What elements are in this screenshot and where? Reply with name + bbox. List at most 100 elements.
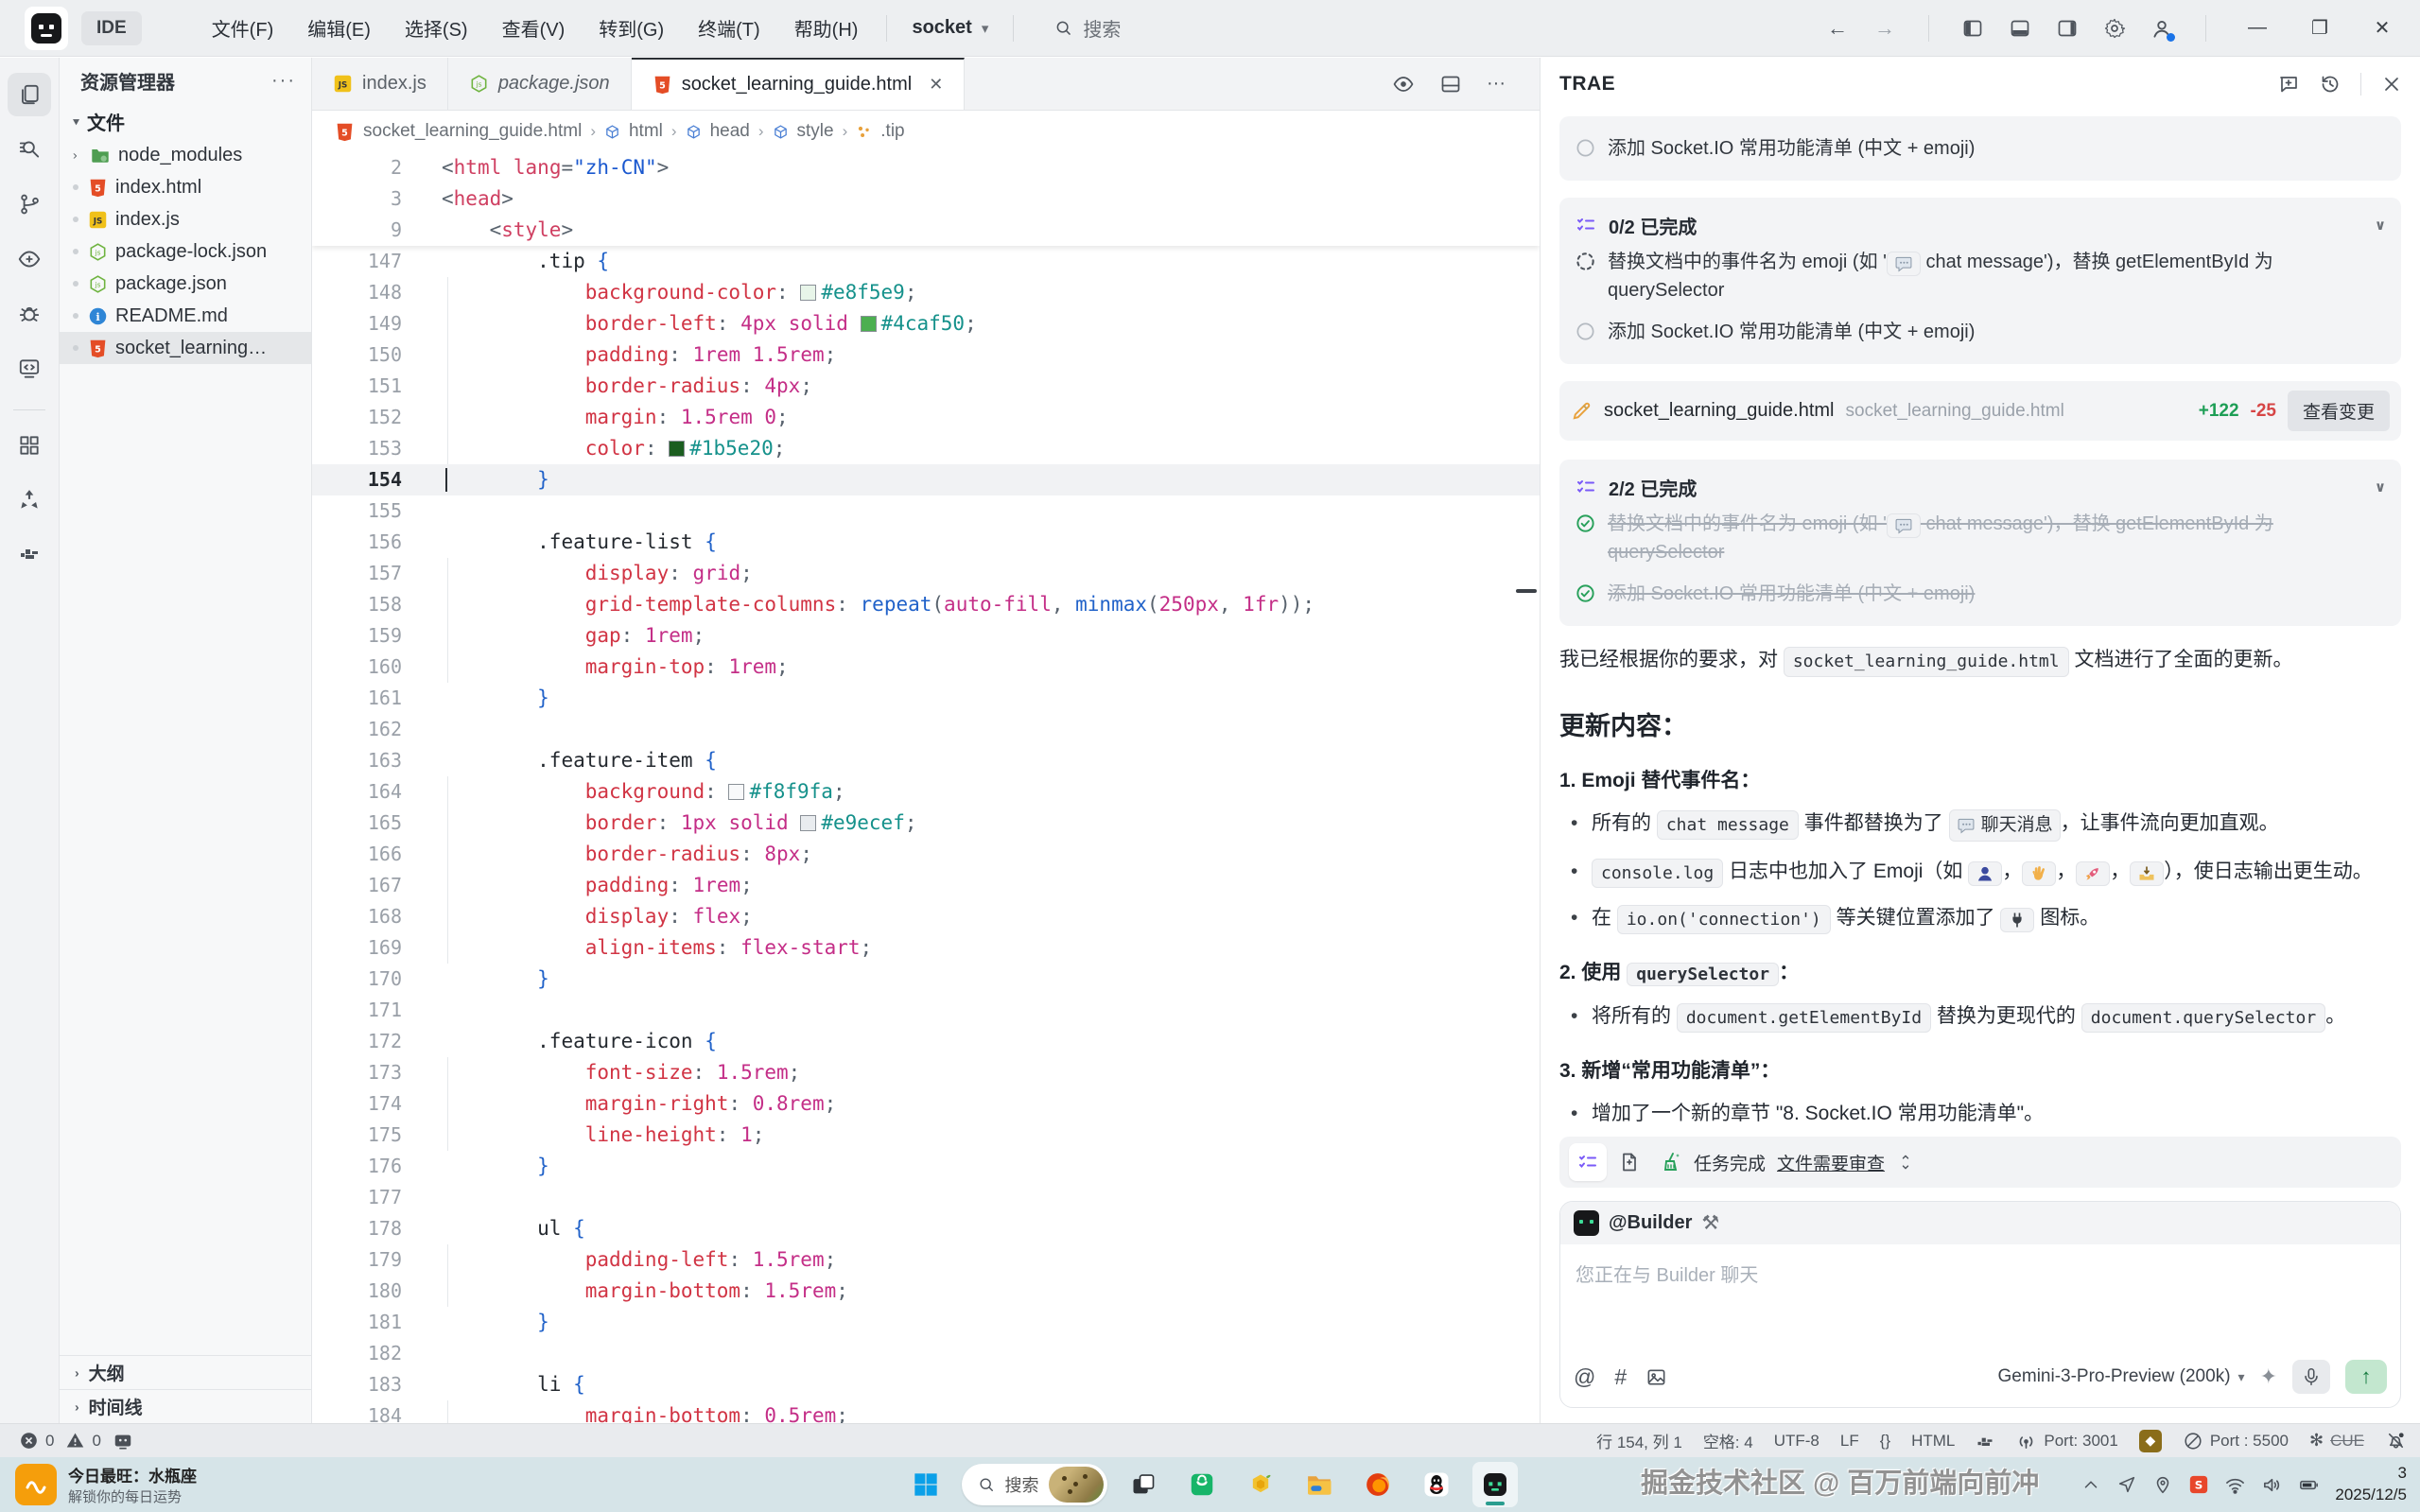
- model-selector[interactable]: Gemini-3-Pro-Preview (200k)▾: [1998, 1366, 2245, 1387]
- code-line[interactable]: 149 border-left: 4px solid #4caf50;: [312, 308, 1540, 339]
- code-line[interactable]: 166 border-radius: 8px;: [312, 839, 1540, 870]
- battery-icon[interactable]: [2298, 1474, 2320, 1496]
- taskbar-search[interactable]: 搜索: [962, 1464, 1107, 1505]
- code-line[interactable]: 178 ul {: [312, 1213, 1540, 1244]
- nav-forward-icon[interactable]: →: [1866, 9, 1904, 47]
- code-line[interactable]: 148 background-color: #e8f5e9;: [312, 277, 1540, 308]
- app-logo[interactable]: [25, 7, 68, 50]
- new-chat-icon[interactable]: [2277, 73, 2300, 96]
- code-line[interactable]: 163 .feature-item {: [312, 745, 1540, 776]
- todo-item[interactable]: 替换文档中的事件名为 emoji (如 ' chat message')，替换 …: [1575, 241, 2386, 311]
- code-line[interactable]: 165 border: 1px solid #e9ecef;: [312, 808, 1540, 839]
- start-button[interactable]: [903, 1462, 949, 1507]
- menu-item[interactable]: 文件(F): [199, 7, 287, 49]
- review-link[interactable]: 文件需要审查: [1777, 1150, 1885, 1175]
- file-tree-item[interactable]: 5index.html: [60, 171, 311, 203]
- toggle-bottom-panel-icon[interactable]: [2001, 9, 2039, 47]
- menu-item[interactable]: 选择(S): [392, 7, 481, 49]
- code-line[interactable]: 177: [312, 1182, 1540, 1213]
- breadcrumb-item[interactable]: style: [797, 121, 834, 142]
- todo-item[interactable]: 添加 Socket.IO 常用功能清单 (中文 + emoji): [1575, 573, 2386, 615]
- breadcrumb-item[interactable]: html: [629, 121, 663, 142]
- search-icon[interactable]: [8, 128, 51, 171]
- view-changes-button[interactable]: 查看变更: [2288, 391, 2390, 431]
- close-icon[interactable]: [2380, 73, 2403, 96]
- file-tree-item[interactable]: jspackage-lock.json: [60, 235, 311, 268]
- clock[interactable]: 32025/12/5: [2335, 1463, 2407, 1506]
- file-tree-item[interactable]: JSindex.js: [60, 203, 311, 235]
- menu-item[interactable]: 查看(V): [489, 7, 579, 49]
- plugin-loop-icon[interactable]: [8, 478, 51, 522]
- trae-mini-icon[interactable]: [113, 1431, 133, 1451]
- code-line[interactable]: 173 font-size: 1.5rem;: [312, 1057, 1540, 1088]
- status-braces-mode[interactable]: {}: [1880, 1432, 1890, 1451]
- code-screen-icon[interactable]: [8, 347, 51, 391]
- code-line[interactable]: 184 margin-bottom: 0.5rem;: [312, 1400, 1540, 1423]
- code-line[interactable]: 167 padding: 1rem;: [312, 870, 1540, 901]
- microphone-button[interactable]: [2292, 1360, 2330, 1394]
- review-bar[interactable]: 任务完成文件需要审查: [1559, 1137, 2401, 1188]
- code-line[interactable]: 153 color: #1b5e20;: [312, 433, 1540, 464]
- code-line[interactable]: 2<html lang="zh-CN">: [312, 152, 1540, 183]
- code-line[interactable]: 168 display: flex;: [312, 901, 1540, 932]
- breadcrumb-leaf[interactable]: .tip: [880, 121, 904, 142]
- code-line[interactable]: 179 padding-left: 1.5rem;: [312, 1244, 1540, 1276]
- code-line[interactable]: 161 }: [312, 683, 1540, 714]
- status-cursor-position[interactable]: 行 154, 列 1: [1596, 1429, 1682, 1452]
- code-line[interactable]: 180 margin-bottom: 1.5rem;: [312, 1276, 1540, 1307]
- send-button[interactable]: ↑: [2345, 1360, 2387, 1394]
- code-line[interactable]: 172 .feature-icon {: [312, 1026, 1540, 1057]
- port-5500[interactable]: Port : 5500: [2183, 1431, 2289, 1451]
- code-line[interactable]: 169 align-items: flex-start;: [312, 932, 1540, 964]
- breadcrumb-file[interactable]: socket_learning_guide.html: [363, 121, 582, 142]
- file-tree-item[interactable]: 5socket_learning_guid...: [60, 332, 311, 364]
- code-lines[interactable]: 147 .tip {148 background-color: #e8f5e9;…: [312, 246, 1540, 1423]
- menu-item[interactable]: 编辑(E): [294, 7, 384, 49]
- warnings-indicator[interactable]: 0: [65, 1431, 100, 1451]
- nav-back-icon[interactable]: ←: [1819, 9, 1856, 47]
- wifi-icon[interactable]: [2224, 1474, 2246, 1496]
- context-icon[interactable]: #: [1614, 1364, 1627, 1390]
- file-tree-item[interactable]: jspackage.json: [60, 268, 311, 300]
- explorer-icon[interactable]: [8, 73, 51, 116]
- menu-item[interactable]: 转到(G): [585, 7, 677, 49]
- code-line[interactable]: 183 li {: [312, 1369, 1540, 1400]
- tray-expand-icon[interactable]: [2081, 1474, 2101, 1495]
- errors-indicator[interactable]: 0: [19, 1431, 54, 1451]
- qq-icon[interactable]: [1414, 1462, 1459, 1507]
- more-actions-icon[interactable]: ···: [1487, 73, 1506, 95]
- status-encoding[interactable]: UTF-8: [1774, 1432, 1819, 1451]
- more-actions-icon[interactable]: ···: [271, 70, 296, 92]
- code-line[interactable]: 152 margin: 1.5rem 0;: [312, 402, 1540, 433]
- firefox-icon[interactable]: [1355, 1462, 1401, 1507]
- split-editor-icon[interactable]: [1439, 73, 1462, 96]
- outline-section[interactable]: ›大纲: [60, 1355, 311, 1389]
- menu-item[interactable]: 帮助(H): [781, 7, 872, 49]
- file-explorer-icon[interactable]: [1297, 1462, 1342, 1507]
- preview-icon[interactable]: [8, 237, 51, 281]
- trae-app-icon[interactable]: [1472, 1462, 1518, 1507]
- changed-file-name[interactable]: socket_learning_guide.html: [1604, 400, 1835, 422]
- account-icon[interactable]: [2143, 9, 2181, 47]
- pixel-flag-icon[interactable]: [1976, 1432, 1994, 1451]
- expand-icon[interactable]: [1896, 1153, 1915, 1172]
- timeline-section[interactable]: ›时间线: [60, 1389, 311, 1423]
- file-tree-item[interactable]: iREADME.md: [60, 300, 311, 332]
- doc-plus-icon[interactable]: [1618, 1151, 1641, 1173]
- code-line[interactable]: 151 border-radius: 4px;: [312, 371, 1540, 402]
- cue-indicator[interactable]: ✻CUE: [2309, 1431, 2364, 1451]
- tab-close-icon[interactable]: ✕: [929, 75, 943, 95]
- tab-package.json[interactable]: jspackage.json: [448, 58, 632, 110]
- search-daily-image[interactable]: [1049, 1467, 1104, 1503]
- history-icon[interactable]: [2319, 73, 2342, 96]
- code-editor[interactable]: 2<html lang="zh-CN">3<head>9 <style> 147…: [312, 152, 1540, 1423]
- code-line[interactable]: 147 .tip {: [312, 246, 1540, 277]
- code-line[interactable]: 154 }: [312, 464, 1540, 495]
- collapse-icon[interactable]: ∨: [2375, 478, 2386, 495]
- todo-item[interactable]: 添加 Socket.IO 常用功能清单 (中文 + emoji): [1575, 128, 2386, 169]
- preview-eye-icon[interactable]: [1392, 73, 1415, 96]
- code-line[interactable]: 182: [312, 1338, 1540, 1369]
- files-section-header[interactable]: ▾ 文件: [60, 103, 311, 139]
- code-line[interactable]: 171: [312, 995, 1540, 1026]
- extensions-icon[interactable]: [8, 424, 51, 467]
